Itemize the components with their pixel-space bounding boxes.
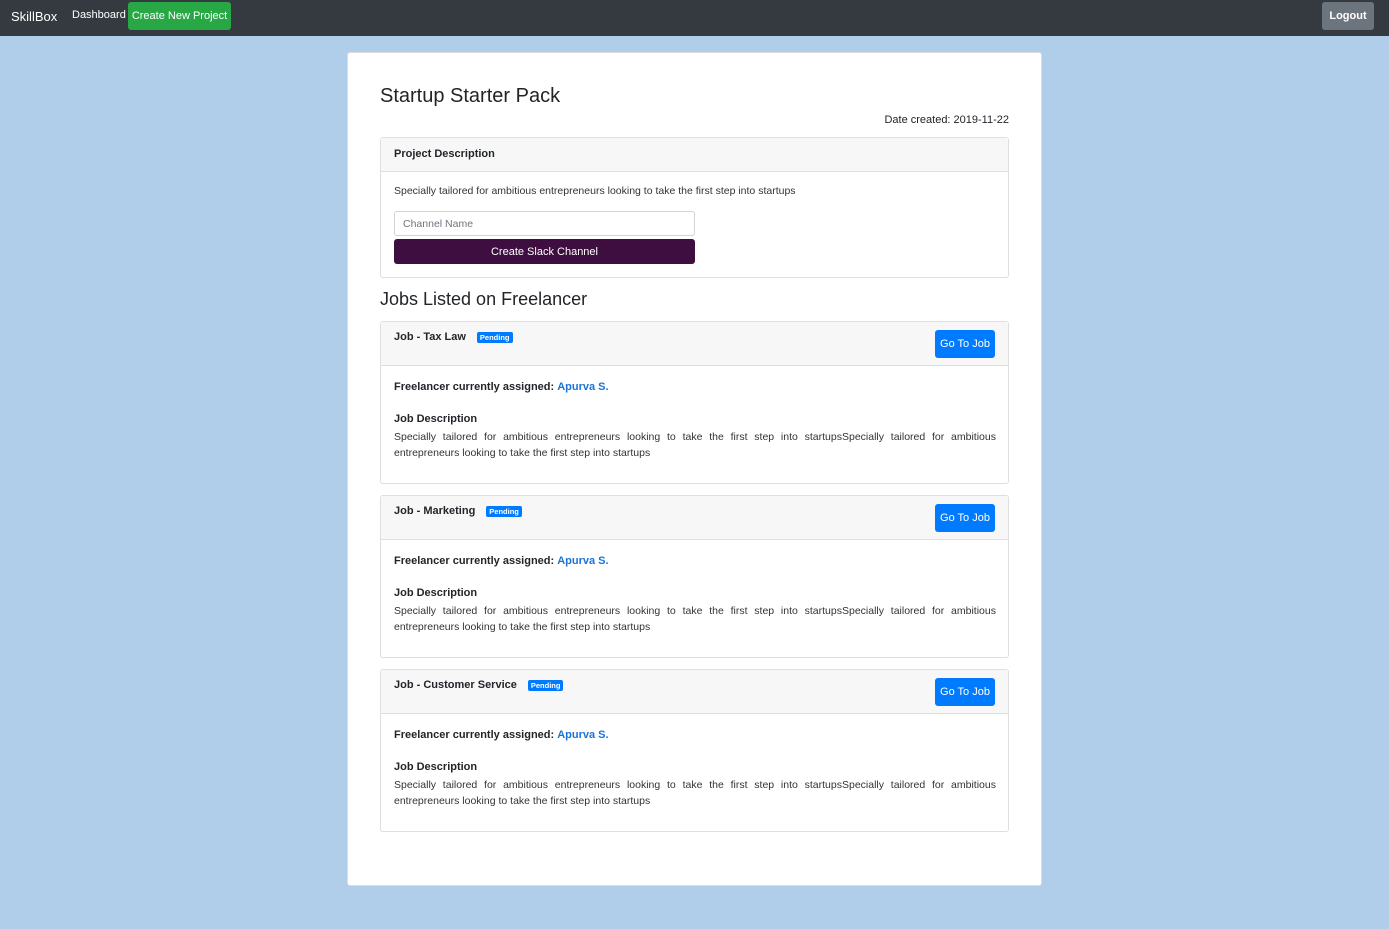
job-card-header: Job - Marketing Pending Go To Job (381, 496, 1008, 540)
job-title: Job - Tax Law Pending (394, 331, 513, 343)
job-description-label: Job Description (394, 413, 478, 425)
status-badge: Pending (527, 679, 564, 691)
create-new-project-button[interactable]: Create New Project (128, 2, 231, 30)
job-description-label: Job Description (394, 761, 478, 773)
job-card: Job - Marketing Pending Go To Job Freela… (380, 495, 1009, 658)
go-to-job-button[interactable]: Go To Job (935, 330, 995, 358)
project-card: Startup Starter Pack Date created: 2019-… (347, 52, 1042, 886)
date-created: Date created: 2019-11-22 (884, 114, 1009, 126)
job-card: Job - Customer Service Pending Go To Job… (380, 669, 1009, 832)
assigned-label: Freelancer currently assigned: (394, 381, 555, 393)
job-description-text: Specially tailored for ambitious entrepr… (394, 431, 996, 459)
freelancer-assigned: Freelancer currently assigned: Apurva S. (394, 381, 609, 393)
job-title-text: Job - Customer Service (394, 679, 517, 691)
go-to-job-button[interactable]: Go To Job (935, 678, 995, 706)
job-title: Job - Customer Service Pending (394, 679, 564, 691)
job-description-text: Specially tailored for ambitious entrepr… (394, 779, 996, 807)
brand-logo[interactable]: SkillBox (11, 9, 57, 24)
job-card: Job - Tax Law Pending Go To Job Freelanc… (380, 321, 1009, 484)
navbar: SkillBox Dashboard Create New Project Lo… (0, 0, 1389, 36)
job-description-text: Specially tailored for ambitious entrepr… (394, 605, 996, 633)
job-description-label: Job Description (394, 587, 478, 599)
project-description-title: Project Description (394, 148, 495, 160)
go-to-job-button[interactable]: Go To Job (935, 504, 995, 532)
status-badge: Pending (476, 331, 513, 343)
freelancer-assigned: Freelancer currently assigned: Apurva S. (394, 729, 609, 741)
freelancer-assigned: Freelancer currently assigned: Apurva S. (394, 555, 609, 567)
job-card-header: Job - Tax Law Pending Go To Job (381, 322, 1008, 366)
project-description-card: Project Description Specially tailored f… (380, 137, 1009, 278)
channel-name-input[interactable] (394, 211, 695, 236)
job-title: Job - Marketing Pending (394, 505, 522, 517)
freelancer-link[interactable]: Apurva S. (557, 381, 608, 393)
jobs-heading: Jobs Listed on Freelancer (380, 289, 588, 309)
freelancer-link[interactable]: Apurva S. (557, 729, 608, 741)
create-slack-channel-button[interactable]: Create Slack Channel (394, 239, 695, 264)
page-title: Startup Starter Pack (380, 85, 561, 107)
assigned-label: Freelancer currently assigned: (394, 729, 555, 741)
assigned-label: Freelancer currently assigned: (394, 555, 555, 567)
freelancer-link[interactable]: Apurva S. (557, 555, 608, 567)
project-description-header: Project Description (381, 138, 1008, 172)
job-card-header: Job - Customer Service Pending Go To Job (381, 670, 1008, 714)
nav-dashboard-link[interactable]: Dashboard (72, 9, 126, 21)
logout-button[interactable]: Logout (1322, 2, 1374, 30)
job-title-text: Job - Tax Law (394, 331, 466, 343)
status-badge: Pending (486, 505, 522, 517)
project-description-text: Specially tailored for ambitious entrepr… (394, 185, 796, 197)
job-title-text: Job - Marketing (394, 505, 476, 517)
